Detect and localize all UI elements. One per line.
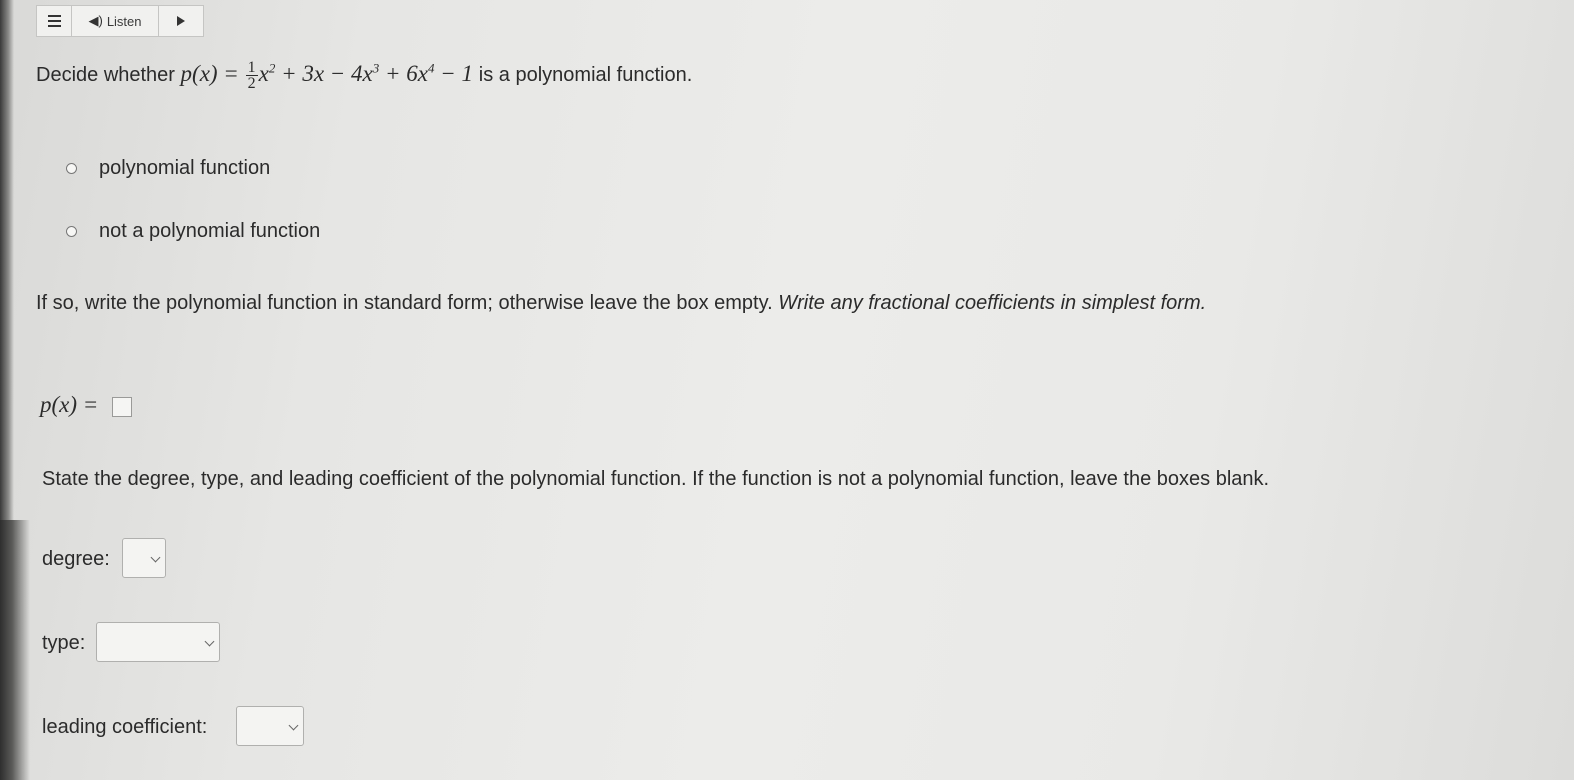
- fraction: 1 2: [245, 59, 258, 92]
- question-prefix: Decide whether: [36, 63, 175, 86]
- question-text: Decide whether p(x) = 1 2 x2 + 3x − 4x3 …: [36, 60, 693, 92]
- term-3: + 6x: [385, 60, 429, 86]
- hamburger-icon: [47, 15, 61, 27]
- term-1-exponent: 2: [268, 60, 276, 76]
- polynomial-answer-input[interactable]: [111, 396, 132, 417]
- leading-coefficient-select[interactable]: [236, 706, 304, 746]
- speaker-icon: ◀): [88, 13, 103, 28]
- function-expression: p(x) = 1 2 x2 + 3x − 4x3 + 6x4 − 1: [180, 60, 479, 92]
- leading-coefficient-label: leading coefficient:: [42, 716, 208, 738]
- radio-button[interactable]: [66, 226, 77, 237]
- term-2: + 3x − 4x: [281, 60, 373, 86]
- instruction-text: If so, write the polynomial function in …: [36, 292, 1206, 315]
- type-select[interactable]: [96, 622, 220, 662]
- menu-button[interactable]: [37, 6, 72, 36]
- term-3-exponent: 4: [428, 60, 435, 76]
- degree-select[interactable]: [122, 538, 166, 578]
- term-1: x: [258, 60, 269, 86]
- choice-label: not a polynomial function: [99, 220, 321, 242]
- choice-not-polynomial-function[interactable]: not a polynomial function: [66, 220, 320, 243]
- listen-button[interactable]: ◀) Listen: [72, 6, 159, 36]
- instruction-plain: If so, write the polynomial function in …: [36, 292, 773, 314]
- answer-lhs: p(x) =: [40, 392, 99, 417]
- degree-label: degree:: [42, 548, 110, 570]
- question-suffix: is a polynomial function.: [478, 63, 693, 86]
- listen-label: Listen: [106, 13, 142, 29]
- function-lhs: p(x) =: [180, 60, 239, 86]
- state-instruction: State the degree, type, and leading coef…: [42, 468, 1270, 490]
- instruction-italic: Write any fractional coefficients in sim…: [778, 292, 1207, 314]
- answer-row: p(x) =: [40, 392, 132, 418]
- play-icon: [177, 16, 185, 26]
- listen-toolbar: ◀) Listen: [36, 5, 204, 37]
- term-4: − 1: [440, 60, 474, 86]
- play-button[interactable]: [159, 6, 203, 36]
- term-2-exponent: 3: [372, 60, 380, 76]
- chevron-down-icon: [288, 720, 299, 731]
- chevron-down-icon: [150, 552, 161, 563]
- screen-edge-shadow-bottom: [0, 520, 30, 780]
- choice-polynomial-function[interactable]: polynomial function: [66, 157, 270, 180]
- chevron-down-icon: [204, 636, 215, 647]
- fraction-denominator: 2: [247, 75, 256, 92]
- choice-label: polynomial function: [99, 157, 271, 179]
- fraction-numerator: 1: [245, 59, 258, 76]
- radio-button[interactable]: [66, 163, 77, 174]
- type-label: type:: [42, 632, 86, 654]
